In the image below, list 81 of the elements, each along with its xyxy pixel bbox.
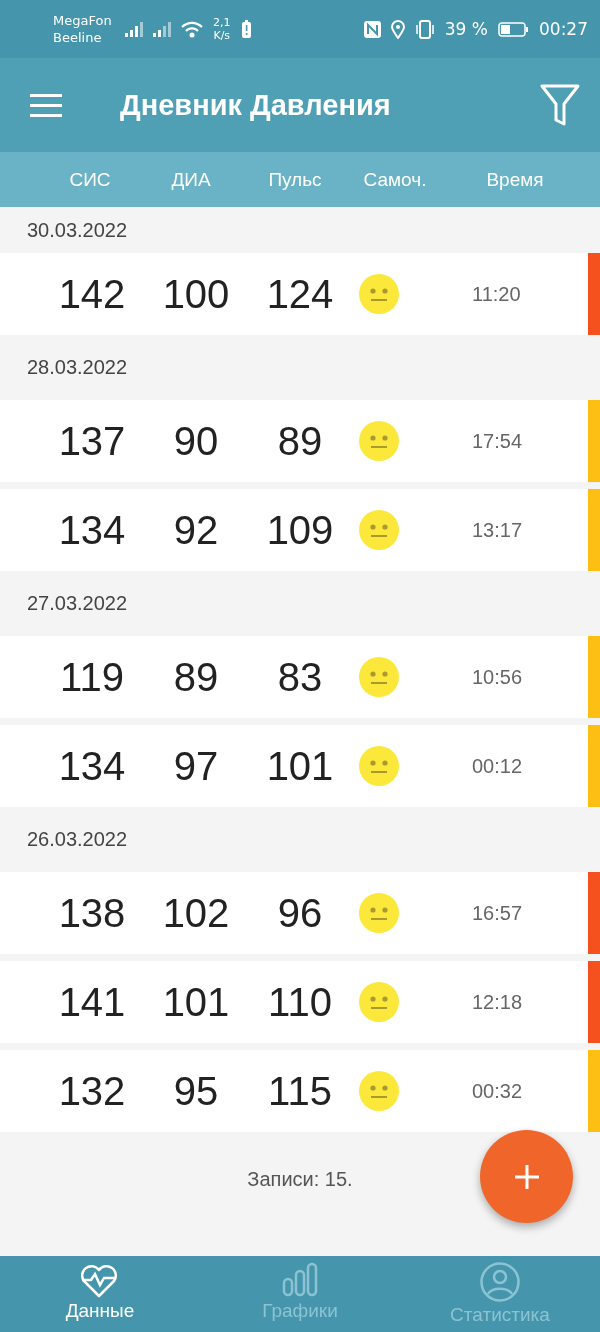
neutral-face-icon bbox=[358, 892, 400, 934]
diastolic-value: 97 bbox=[172, 743, 220, 789]
record-row[interactable]: 142 100 124 11:20 bbox=[0, 253, 600, 335]
bar-chart-icon bbox=[282, 1262, 318, 1298]
systolic-value: 132 bbox=[57, 1068, 127, 1114]
pulse-value: 96 bbox=[276, 890, 324, 936]
record-row[interactable]: 141 101 110 12:18 bbox=[0, 961, 600, 1043]
systolic-value: 119 bbox=[59, 654, 125, 700]
app-title: Дневник Давления bbox=[120, 88, 392, 122]
signal-icon bbox=[125, 21, 143, 37]
plus-icon bbox=[514, 1164, 539, 1189]
filter-button[interactable] bbox=[540, 84, 580, 126]
systolic-value: 138 bbox=[57, 890, 127, 936]
diastolic-value: 95 bbox=[172, 1068, 220, 1114]
location-icon bbox=[390, 19, 405, 39]
neutral-face-icon bbox=[358, 981, 400, 1023]
profile-icon bbox=[480, 1262, 520, 1302]
battery-icon bbox=[498, 21, 529, 37]
network-speed: 2,1 bbox=[213, 16, 231, 29]
vibrate-icon bbox=[414, 19, 435, 39]
pulse-value: 109 bbox=[265, 507, 335, 553]
records-count: Записи: 15. bbox=[247, 1168, 353, 1192]
pulse-value: 101 bbox=[265, 743, 335, 789]
battery-alert-icon bbox=[240, 20, 252, 38]
column-header: Пульс bbox=[267, 168, 323, 191]
column-header: Время bbox=[485, 168, 545, 191]
neutral-face-icon bbox=[358, 420, 400, 462]
diastolic-value: 101 bbox=[161, 979, 231, 1025]
filter-icon bbox=[540, 84, 580, 126]
pulse-value: 110 bbox=[267, 979, 333, 1025]
record-time: 11:20 bbox=[472, 282, 521, 306]
record-row[interactable]: 134 92 109 13:17 bbox=[0, 489, 600, 571]
pulse-value: 89 bbox=[276, 418, 324, 464]
diastolic-value: 102 bbox=[161, 890, 231, 936]
wifi-icon bbox=[181, 20, 203, 38]
record-row[interactable]: 138 102 96 16:57 bbox=[0, 872, 600, 954]
systolic-value: 134 bbox=[57, 507, 127, 553]
carrier-name: MegaFon bbox=[53, 12, 113, 29]
date-header: 26.03.2022 bbox=[26, 827, 129, 852]
systolic-value: 134 bbox=[57, 743, 127, 789]
record-time: 10:56 bbox=[472, 665, 523, 689]
diastolic-value: 92 bbox=[172, 507, 220, 553]
diastolic-value: 90 bbox=[172, 418, 220, 464]
neutral-face-icon bbox=[358, 273, 400, 315]
neutral-face-icon bbox=[358, 1070, 400, 1112]
diastolic-value: 89 bbox=[172, 654, 220, 700]
signal-icon bbox=[153, 21, 171, 37]
add-button[interactable] bbox=[480, 1130, 573, 1223]
record-row[interactable]: 119 89 83 10:56 bbox=[0, 636, 600, 718]
record-row[interactable]: 137 90 89 17:54 bbox=[0, 400, 600, 482]
pulse-value: 124 bbox=[265, 271, 335, 317]
column-header: Самоч. bbox=[362, 168, 428, 191]
nfc-icon bbox=[363, 20, 381, 38]
record-time: 00:12 bbox=[472, 754, 523, 778]
record-time: 16:57 bbox=[472, 901, 523, 925]
battery-percent: 39 % bbox=[444, 19, 488, 39]
network-speed: K/s bbox=[213, 29, 231, 42]
systolic-value: 137 bbox=[57, 418, 127, 464]
clock-time: 00:27 bbox=[539, 19, 588, 39]
menu-icon bbox=[30, 93, 62, 117]
diastolic-value: 100 bbox=[161, 271, 231, 317]
record-time: 17:54 bbox=[472, 429, 523, 453]
date-header: 28.03.2022 bbox=[26, 355, 129, 380]
pulse-value: 115 bbox=[267, 1068, 333, 1114]
record-time: 12:18 bbox=[472, 990, 523, 1014]
pulse-value: 83 bbox=[276, 654, 324, 700]
systolic-value: 142 bbox=[57, 271, 127, 317]
column-header: СИС bbox=[68, 168, 112, 191]
date-header: 27.03.2022 bbox=[26, 591, 129, 616]
carrier-name: Beeline bbox=[53, 29, 103, 46]
neutral-face-icon bbox=[358, 656, 400, 698]
record-row[interactable]: 132 95 115 00:32 bbox=[0, 1050, 600, 1132]
menu-button[interactable] bbox=[30, 93, 62, 117]
systolic-value: 141 bbox=[57, 979, 127, 1025]
record-time: 00:32 bbox=[472, 1079, 523, 1103]
neutral-face-icon bbox=[358, 745, 400, 787]
neutral-face-icon bbox=[358, 509, 400, 551]
record-time: 13:17 bbox=[472, 518, 523, 542]
date-header: 30.03.2022 bbox=[26, 217, 129, 243]
record-row[interactable]: 134 97 101 00:12 bbox=[0, 725, 600, 807]
column-header: ДИА bbox=[170, 168, 212, 191]
